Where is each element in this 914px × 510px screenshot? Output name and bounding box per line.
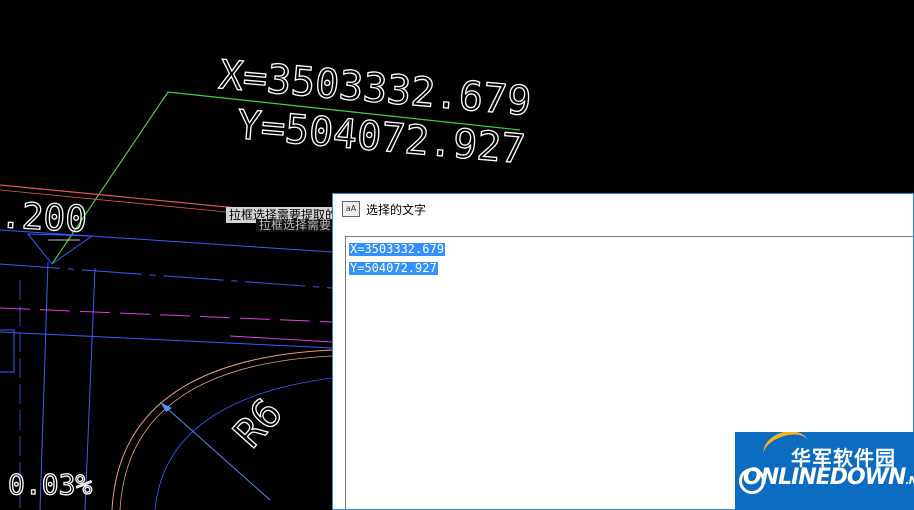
selected-line-x: X=3503332.679 — [349, 242, 445, 256]
dialog-title: 选择的文字 — [366, 202, 427, 217]
selected-line-y: Y=504072.927 — [349, 261, 438, 275]
road-line-blue-3 — [0, 331, 333, 349]
curb-arc-blue — [154, 377, 333, 510]
radius-label-text: R6 — [225, 390, 291, 457]
curb-arc-outer — [111, 349, 333, 510]
curb-arc-inner — [119, 355, 333, 510]
dialog-titlebar[interactable]: aA 选择的文字 — [333, 194, 913, 224]
logo-english-text: ONLINEDOWN.NET — [743, 465, 914, 490]
magenta-line-1 — [0, 307, 333, 323]
logo-tld: .NET — [905, 474, 914, 487]
magenta-line-2 — [229, 335, 333, 343]
tooltip-ghost-text: 拉框选择需要 — [259, 219, 332, 232]
slope-text: 0.03% — [8, 468, 92, 501]
elevation-text: 0.200 — [0, 194, 88, 241]
app-icon: aA — [342, 201, 360, 217]
watermark-logo: 华军软件园 ONLINEDOWN.NET — [735, 432, 914, 510]
left-fragment — [0, 329, 15, 373]
logo-brand: ONLINEDOWN — [743, 465, 906, 490]
road-line-blue-2 — [0, 263, 333, 289]
selection-tooltip-ghost: 拉框选择需要 — [256, 219, 338, 232]
